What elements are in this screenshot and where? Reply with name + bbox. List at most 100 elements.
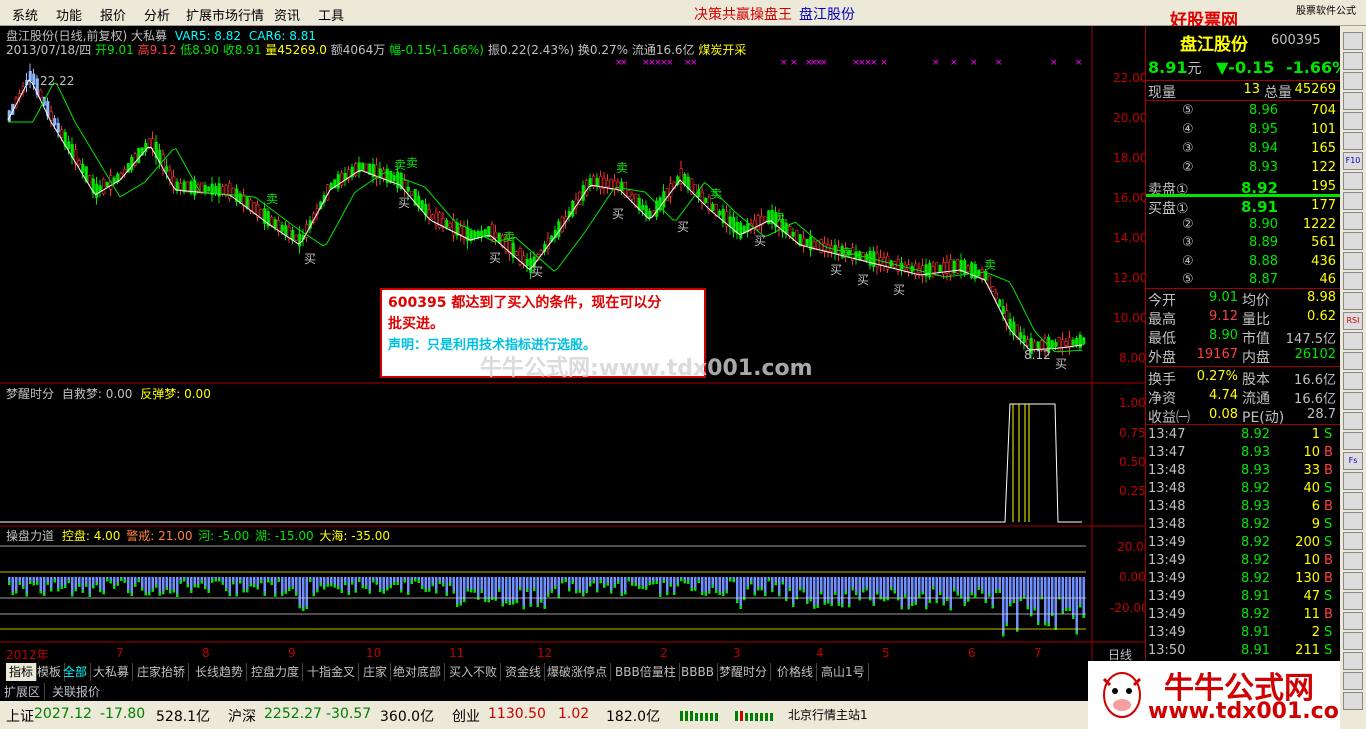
toolbar-button[interactable] bbox=[1343, 92, 1363, 110]
toolbar-button[interactable] bbox=[1343, 72, 1363, 90]
menu-info[interactable]: 资讯 bbox=[274, 5, 300, 24]
menu-quote[interactable]: 报价 bbox=[100, 5, 126, 24]
force-bar-tip bbox=[463, 599, 466, 603]
toolbar-button[interactable] bbox=[1343, 412, 1363, 430]
toolbar-button[interactable] bbox=[1343, 112, 1363, 130]
toolbar-button[interactable] bbox=[1343, 212, 1363, 230]
bid-volume: 436 bbox=[1311, 253, 1336, 269]
quote-price: 8.91元 bbox=[1148, 58, 1201, 78]
toolbar-button[interactable] bbox=[1343, 632, 1363, 650]
menu-extended-market[interactable]: 扩展市场行情 bbox=[186, 5, 264, 24]
menu-tools[interactable]: 工具 bbox=[318, 5, 344, 24]
tab-8[interactable]: 庄家 bbox=[360, 663, 392, 681]
candle bbox=[739, 222, 743, 239]
force-bar-tip bbox=[778, 593, 781, 597]
toolbar-button[interactable]: Fs bbox=[1343, 452, 1363, 470]
x-label: 6 bbox=[968, 646, 976, 660]
force-bar-tip bbox=[676, 583, 679, 587]
toolbar-button[interactable] bbox=[1343, 552, 1363, 570]
toolbar-button[interactable] bbox=[1343, 352, 1363, 370]
toolbar-button[interactable] bbox=[1343, 392, 1363, 410]
toolbar-button[interactable] bbox=[1343, 272, 1363, 290]
toolbar-button[interactable] bbox=[1343, 572, 1363, 590]
toolbar-button[interactable]: F10 bbox=[1343, 152, 1363, 170]
stat-label: 最高 bbox=[1148, 312, 1176, 328]
force-bar-tip bbox=[1026, 606, 1029, 610]
toolbar-button[interactable] bbox=[1343, 652, 1363, 670]
force-bar-tip bbox=[400, 589, 403, 593]
signal-marker: × bbox=[870, 58, 878, 68]
toolbar-button[interactable] bbox=[1343, 292, 1363, 310]
force-bar-tip bbox=[673, 591, 676, 595]
tab-9[interactable]: 绝对底部 bbox=[390, 663, 446, 681]
force-bar-tip bbox=[876, 591, 879, 595]
buy-marker: 买 bbox=[612, 207, 625, 221]
tab-7[interactable]: 十指金叉 bbox=[304, 663, 360, 681]
toolbar-button[interactable] bbox=[1343, 532, 1363, 550]
toolbar-button[interactable] bbox=[1343, 332, 1363, 350]
toolbar-button[interactable] bbox=[1343, 52, 1363, 70]
tab-3[interactable]: 大私募 bbox=[90, 663, 134, 681]
tab-extended[interactable]: 扩展区 bbox=[4, 683, 46, 700]
force-bar-tip bbox=[193, 584, 196, 588]
candle bbox=[361, 162, 365, 171]
toolbar-button[interactable] bbox=[1343, 432, 1363, 450]
force-bar bbox=[1005, 577, 1008, 627]
menu-function[interactable]: 功能 bbox=[56, 5, 82, 24]
tab-0[interactable]: 指标 bbox=[6, 663, 38, 681]
stat-value: 19167 bbox=[1196, 347, 1238, 362]
toolbar-button[interactable] bbox=[1343, 232, 1363, 250]
force-bar bbox=[1061, 577, 1064, 614]
tab-15[interactable]: 梦醒时分 bbox=[716, 663, 772, 681]
tab-11[interactable]: 资金线 bbox=[502, 663, 546, 681]
sub2-plot bbox=[0, 545, 1086, 637]
tab-13[interactable]: BBB倍量柱 bbox=[612, 663, 680, 681]
toolbar-button[interactable] bbox=[1343, 612, 1363, 630]
tab-5[interactable]: 长线趋势 bbox=[192, 663, 248, 681]
tab-12[interactable]: 爆破涨停点 bbox=[544, 663, 612, 681]
force-bar-tip bbox=[701, 592, 704, 596]
ask-volume: 704 bbox=[1311, 103, 1336, 118]
force-bar-tip bbox=[36, 581, 39, 585]
toolbar-button[interactable] bbox=[1343, 592, 1363, 610]
tab-4[interactable]: 庄家抬轿 bbox=[134, 663, 190, 681]
force-bar-tip bbox=[225, 588, 228, 592]
toolbar-button[interactable] bbox=[1343, 132, 1363, 150]
toolbar-button[interactable] bbox=[1343, 32, 1363, 50]
tab-14[interactable]: BBBB bbox=[678, 663, 718, 681]
toolbar-button[interactable] bbox=[1343, 692, 1363, 710]
force-bar-tip bbox=[99, 589, 102, 593]
force-bar-tip bbox=[526, 588, 529, 592]
force-bar-tip bbox=[123, 579, 126, 583]
toolbar-button[interactable]: RSI bbox=[1343, 312, 1363, 330]
force-bar-tip bbox=[102, 591, 105, 595]
toolbar-button[interactable] bbox=[1343, 472, 1363, 490]
server-label[interactable]: 北京行情主站1 bbox=[788, 706, 868, 723]
menu-analysis[interactable]: 分析 bbox=[144, 5, 170, 24]
tab-17[interactable]: 高山1号 bbox=[818, 663, 869, 681]
toolbar-button[interactable] bbox=[1343, 672, 1363, 690]
force-bar-tip bbox=[459, 602, 462, 606]
toolbar-button[interactable] bbox=[1343, 172, 1363, 190]
stat-value: 9.12 bbox=[1209, 309, 1238, 324]
tab-6[interactable]: 控盘力度 bbox=[248, 663, 304, 681]
bid-volume: 46 bbox=[1319, 272, 1336, 287]
toolbar-button[interactable] bbox=[1343, 492, 1363, 510]
tab-2[interactable]: 全部 bbox=[60, 663, 92, 681]
toolbar-button[interactable] bbox=[1343, 372, 1363, 390]
tab-related-quote[interactable]: 关联报价 bbox=[52, 683, 100, 700]
force-bar-tip bbox=[354, 589, 357, 593]
tab-16[interactable]: 价格线 bbox=[774, 663, 818, 681]
sub1-tick: 0.75 bbox=[1119, 426, 1146, 440]
toolbar-button[interactable] bbox=[1343, 512, 1363, 530]
stat-value: 26102 bbox=[1294, 347, 1336, 362]
tab-10[interactable]: 买入不败 bbox=[446, 663, 502, 681]
force-bar-tip bbox=[953, 588, 956, 592]
force-bar-tip bbox=[592, 580, 595, 584]
toolbar-button[interactable] bbox=[1343, 252, 1363, 270]
sub1-title: 梦醒时分 bbox=[6, 387, 55, 401]
toolbar-button[interactable] bbox=[1343, 192, 1363, 210]
force-bar bbox=[1037, 577, 1040, 626]
force-bar bbox=[305, 577, 308, 610]
menu-system[interactable]: 系统 bbox=[12, 5, 38, 24]
